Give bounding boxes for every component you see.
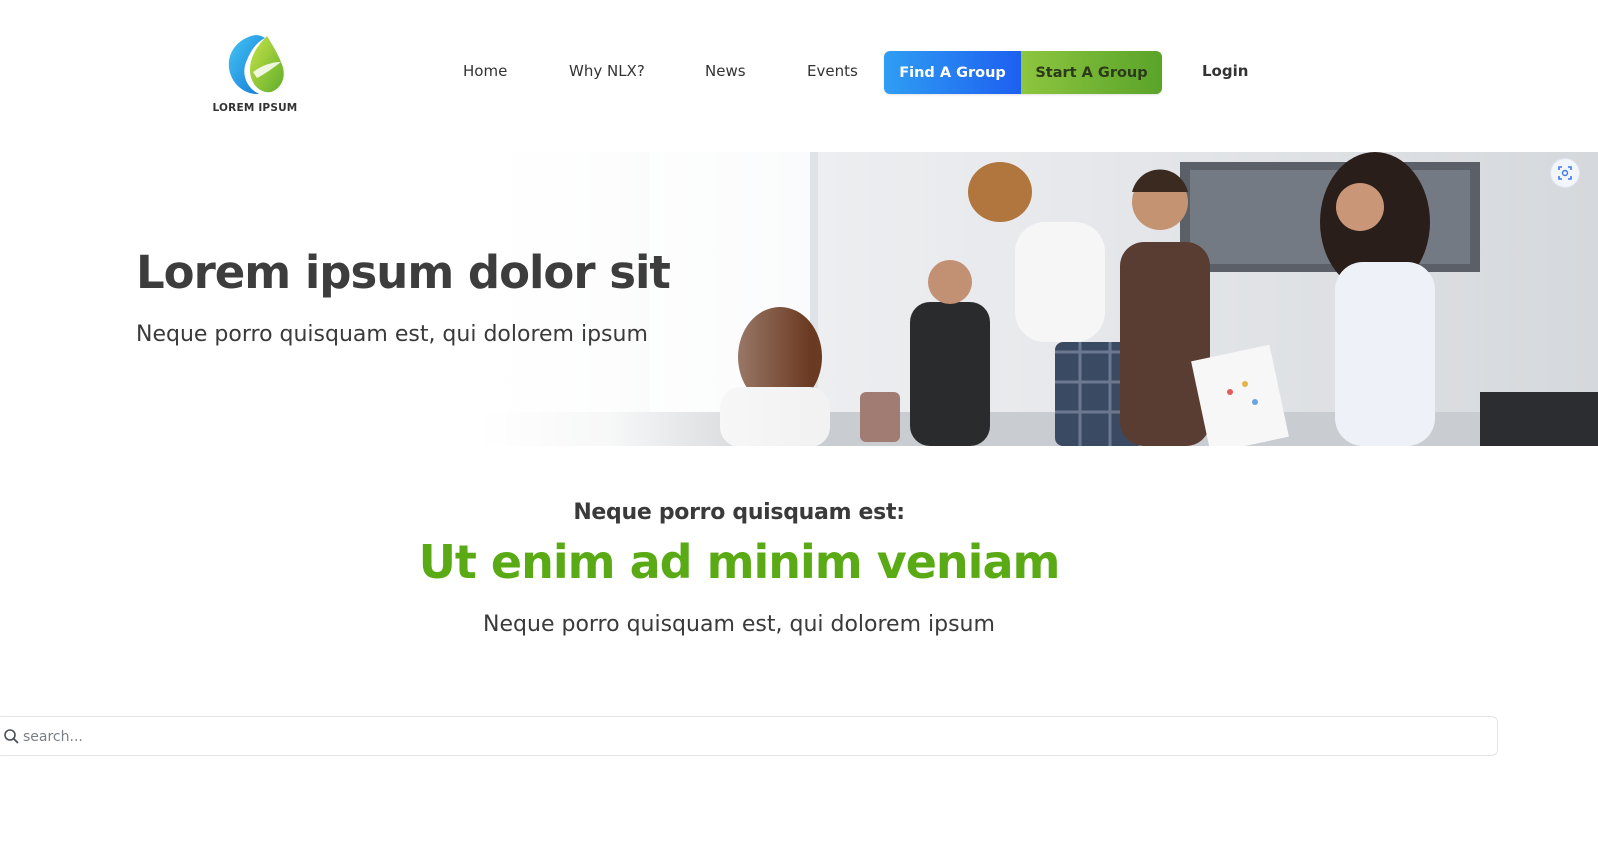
nav-home-link[interactable]: Home [463, 62, 507, 80]
nav-events-link[interactable]: Events [807, 62, 858, 80]
search-bar [0, 716, 1498, 756]
search-input[interactable] [21, 723, 1481, 751]
leaf-drop-logo-icon [228, 35, 284, 95]
group-action-buttons: Find A Group Start A Group [884, 51, 1162, 94]
site-header: LOREM IPSUM Home Why NLX? News Events Fi… [0, 0, 1598, 150]
find-group-button[interactable]: Find A Group [884, 51, 1021, 94]
hero-fade-overlay [480, 152, 810, 446]
start-group-button[interactable]: Start A Group [1021, 51, 1162, 94]
hero-subtitle: Neque porro quisquam est, qui dolorem ip… [136, 322, 648, 347]
intro-subtitle: Neque porro quisquam est, qui dolorem ip… [483, 612, 995, 637]
nav-why-link[interactable]: Why NLX? [569, 62, 645, 80]
nav-news-link[interactable]: News [705, 62, 746, 80]
intro-kicker: Neque porro quisquam est: [573, 500, 905, 525]
hero-title: Lorem ipsum dolor sit [136, 246, 671, 299]
login-link[interactable]: Login [1202, 62, 1248, 80]
scan-icon [1558, 166, 1572, 180]
intro-title: Ut enim ad minim veniam [418, 535, 1061, 589]
visual-search-icon[interactable] [1550, 158, 1580, 188]
search-icon [4, 729, 19, 744]
brand-logo[interactable]: LOREM IPSUM [210, 30, 300, 120]
logo-text: LOREM IPSUM [212, 102, 298, 114]
hero-banner: Lorem ipsum dolor sit Neque porro quisqu… [0, 152, 1598, 446]
